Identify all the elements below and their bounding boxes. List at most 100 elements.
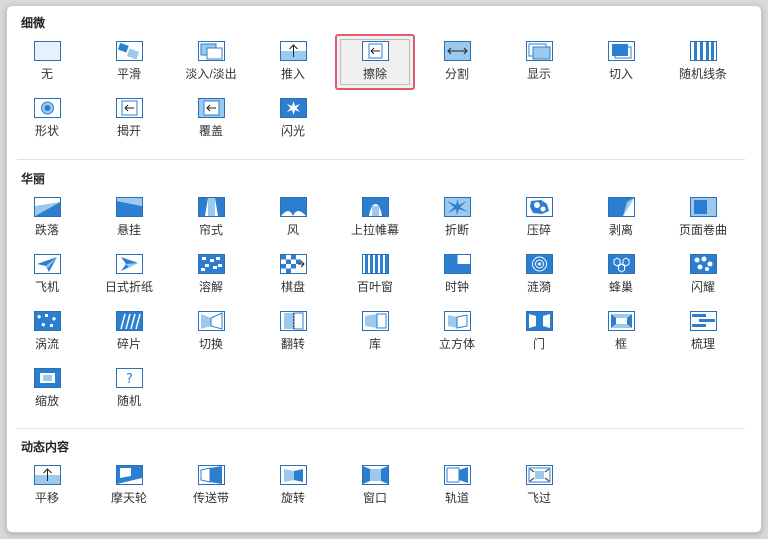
transition-ripple-button[interactable]: 涟漪 [499, 247, 579, 303]
transition-cover-button[interactable]: 覆盖 [171, 91, 251, 147]
transition-reveal-button[interactable]: 显示 [499, 34, 579, 90]
transition-fall-over-button[interactable]: 跌落 [7, 190, 87, 246]
crush-icon [526, 197, 553, 217]
fracture-icon [444, 197, 471, 217]
transition-comb-button[interactable]: 梳理 [663, 304, 743, 360]
transition-label: 推入 [280, 67, 305, 81]
transition-vortex-button[interactable]: 涡流 [7, 304, 87, 360]
transition-label: 窗口 [362, 491, 387, 505]
section-title-subtle: 细微 [21, 16, 46, 30]
transition-shred-button[interactable]: 碎片 [89, 304, 169, 360]
transition-label: 剥离 [608, 223, 633, 237]
comb-icon [690, 311, 717, 331]
transition-label: 平滑 [116, 67, 141, 81]
transition-smooth-button[interactable]: 平滑 [89, 34, 169, 90]
transition-gallery-panel: 细微 华丽 动态内容 无平滑 淡入/淡出 推入 擦除 分割 显示 切入 随机线条 形状 揭开 覆盖闪… [6, 5, 762, 533]
transition-none-button[interactable]: 无 [7, 34, 87, 90]
transition-label: 平移 [34, 491, 59, 505]
page-curl-icon [690, 197, 717, 217]
transition-wipe-button[interactable]: 擦除 [335, 34, 415, 90]
wind-icon [280, 197, 307, 217]
transition-label: 闪耀 [690, 280, 715, 294]
transition-crush-button[interactable]: 压碎 [499, 190, 579, 246]
transition-wind-button[interactable]: 风 [253, 190, 333, 246]
transition-conveyor-button[interactable]: 传送带 [171, 458, 251, 514]
drape-icon [116, 197, 143, 217]
transition-label: 轨道 [444, 491, 469, 505]
transition-prestige-button[interactable]: 上拉帷幕 [335, 190, 415, 246]
transition-flip-button[interactable]: 翻转 [253, 304, 333, 360]
transition-uncover-button[interactable]: 揭开 [89, 91, 169, 147]
transition-label: 无 [40, 67, 53, 81]
dissolve-icon [198, 254, 225, 274]
transition-label: 悬挂 [116, 223, 141, 237]
transition-curtains-button[interactable]: 帘式 [171, 190, 251, 246]
transition-label: 棋盘 [280, 280, 305, 294]
honeycomb-icon [608, 254, 635, 274]
gallery-icon [362, 311, 389, 331]
transition-label: 涟漪 [526, 280, 551, 294]
transition-fly-through-button[interactable]: 飞过 [499, 458, 579, 514]
cut-icon [608, 41, 635, 61]
uncover-icon [116, 98, 143, 118]
transition-ferris-wheel-button[interactable]: 摩天轮 [89, 458, 169, 514]
transition-label: 切换 [198, 337, 223, 351]
reveal-icon [526, 41, 553, 61]
checkerboard-icon [280, 254, 307, 274]
transition-honeycomb-button[interactable]: 蜂巢 [581, 247, 661, 303]
transition-label: 飞过 [526, 491, 551, 505]
transition-label: 时钟 [444, 280, 469, 294]
transition-airplane-button[interactable]: 飞机 [7, 247, 87, 303]
transition-label: 日式折纸 [104, 280, 153, 294]
shape-icon [34, 98, 61, 118]
transition-random-bars-button[interactable]: 随机线条 [663, 34, 743, 90]
transition-cube-button[interactable]: 立方体 [417, 304, 497, 360]
transition-doors-button[interactable]: 门 [499, 304, 579, 360]
transition-flash-button[interactable]: 闪光 [253, 91, 333, 147]
transition-label: 形状 [34, 124, 59, 138]
transition-peel-off-button[interactable]: 剥离 [581, 190, 661, 246]
transition-random-button[interactable]: ? 随机 [89, 361, 169, 417]
transition-window-button[interactable]: 窗口 [335, 458, 415, 514]
transition-dissolve-button[interactable]: 溶解 [171, 247, 251, 303]
transition-fracture-button[interactable]: 折断 [417, 190, 497, 246]
transition-pan-button[interactable]: 平移 [7, 458, 87, 514]
transition-label: 涡流 [34, 337, 59, 351]
airplane-icon [34, 254, 61, 274]
transition-push-button[interactable]: 推入 [253, 34, 333, 90]
transition-gallery-button[interactable]: 库 [335, 304, 415, 360]
transition-orbit-button[interactable]: 轨道 [417, 458, 497, 514]
transition-shape-button[interactable]: 形状 [7, 91, 87, 147]
glitter-icon [690, 254, 717, 274]
vortex-icon [34, 311, 61, 331]
transition-zoom-button[interactable]: 缩放 [7, 361, 87, 417]
transition-cut-button[interactable]: 切入 [581, 34, 661, 90]
rotate-icon [280, 465, 307, 485]
transition-label: 库 [368, 337, 381, 351]
transition-switch-button[interactable]: 切换 [171, 304, 251, 360]
transition-label: 翻转 [280, 337, 305, 351]
transition-fade-button[interactable]: 淡入/淡出 [171, 34, 251, 90]
random-icon: ? [116, 368, 143, 388]
transition-drape-button[interactable]: 悬挂 [89, 190, 169, 246]
transition-label: 旋转 [280, 491, 305, 505]
transition-label: 框 [614, 337, 627, 351]
section-title-exciting: 华丽 [21, 172, 46, 186]
transition-box-button[interactable]: 框 [581, 304, 661, 360]
cube-icon [444, 311, 471, 331]
none-icon [34, 41, 61, 61]
transition-label: 蜂巢 [608, 280, 633, 294]
transition-rotate-button[interactable]: 旋转 [253, 458, 333, 514]
transition-label: 压碎 [526, 223, 551, 237]
transition-clock-button[interactable]: 时钟 [417, 247, 497, 303]
transition-label: 上拉帷幕 [350, 223, 399, 237]
prestige-icon [362, 197, 389, 217]
transition-checkerboard-button[interactable]: 棋盘 [253, 247, 333, 303]
transition-split-button[interactable]: 分割 [417, 34, 497, 90]
fly-through-icon [526, 465, 553, 485]
transition-origami-button[interactable]: 日式折纸 [89, 247, 169, 303]
transition-page-curl-button[interactable]: 页面卷曲 [663, 190, 743, 246]
transition-glitter-button[interactable]: 闪耀 [663, 247, 743, 303]
transition-blinds-button[interactable]: 百叶窗 [335, 247, 415, 303]
transition-label: 擦除 [362, 67, 387, 81]
